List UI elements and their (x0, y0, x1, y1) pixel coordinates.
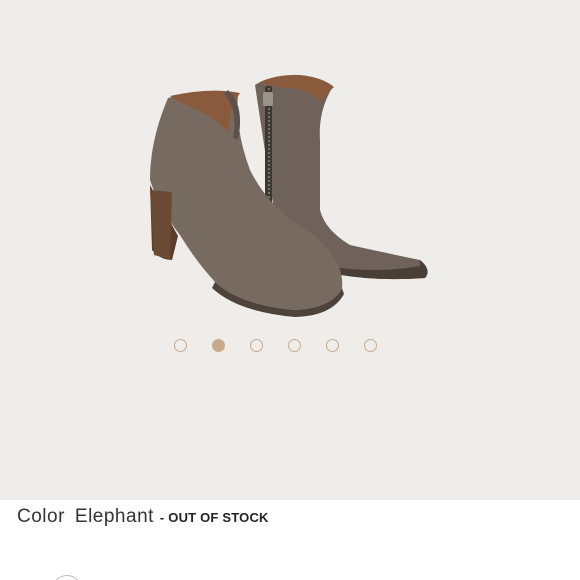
carousel-dot-2[interactable] (212, 339, 225, 352)
color-swatch[interactable] (52, 575, 82, 580)
color-label: Color (17, 506, 65, 527)
color-value: Elephant (74, 506, 154, 527)
product-image (150, 74, 428, 317)
product-page: Color Elephant - OUT OF STOCK (0, 0, 580, 580)
carousel-dot-6[interactable] (364, 339, 377, 352)
product-image-gallery[interactable] (0, 0, 580, 500)
stock-status: - OUT OF STOCK (159, 510, 269, 525)
carousel-dot-5[interactable] (326, 339, 339, 352)
color-info: Color Elephant - OUT OF STOCK (17, 506, 269, 528)
carousel-pagination (174, 339, 377, 352)
carousel-dot-4[interactable] (288, 339, 301, 352)
carousel-dot-3[interactable] (250, 339, 263, 352)
carousel-dot-1[interactable] (174, 339, 187, 352)
